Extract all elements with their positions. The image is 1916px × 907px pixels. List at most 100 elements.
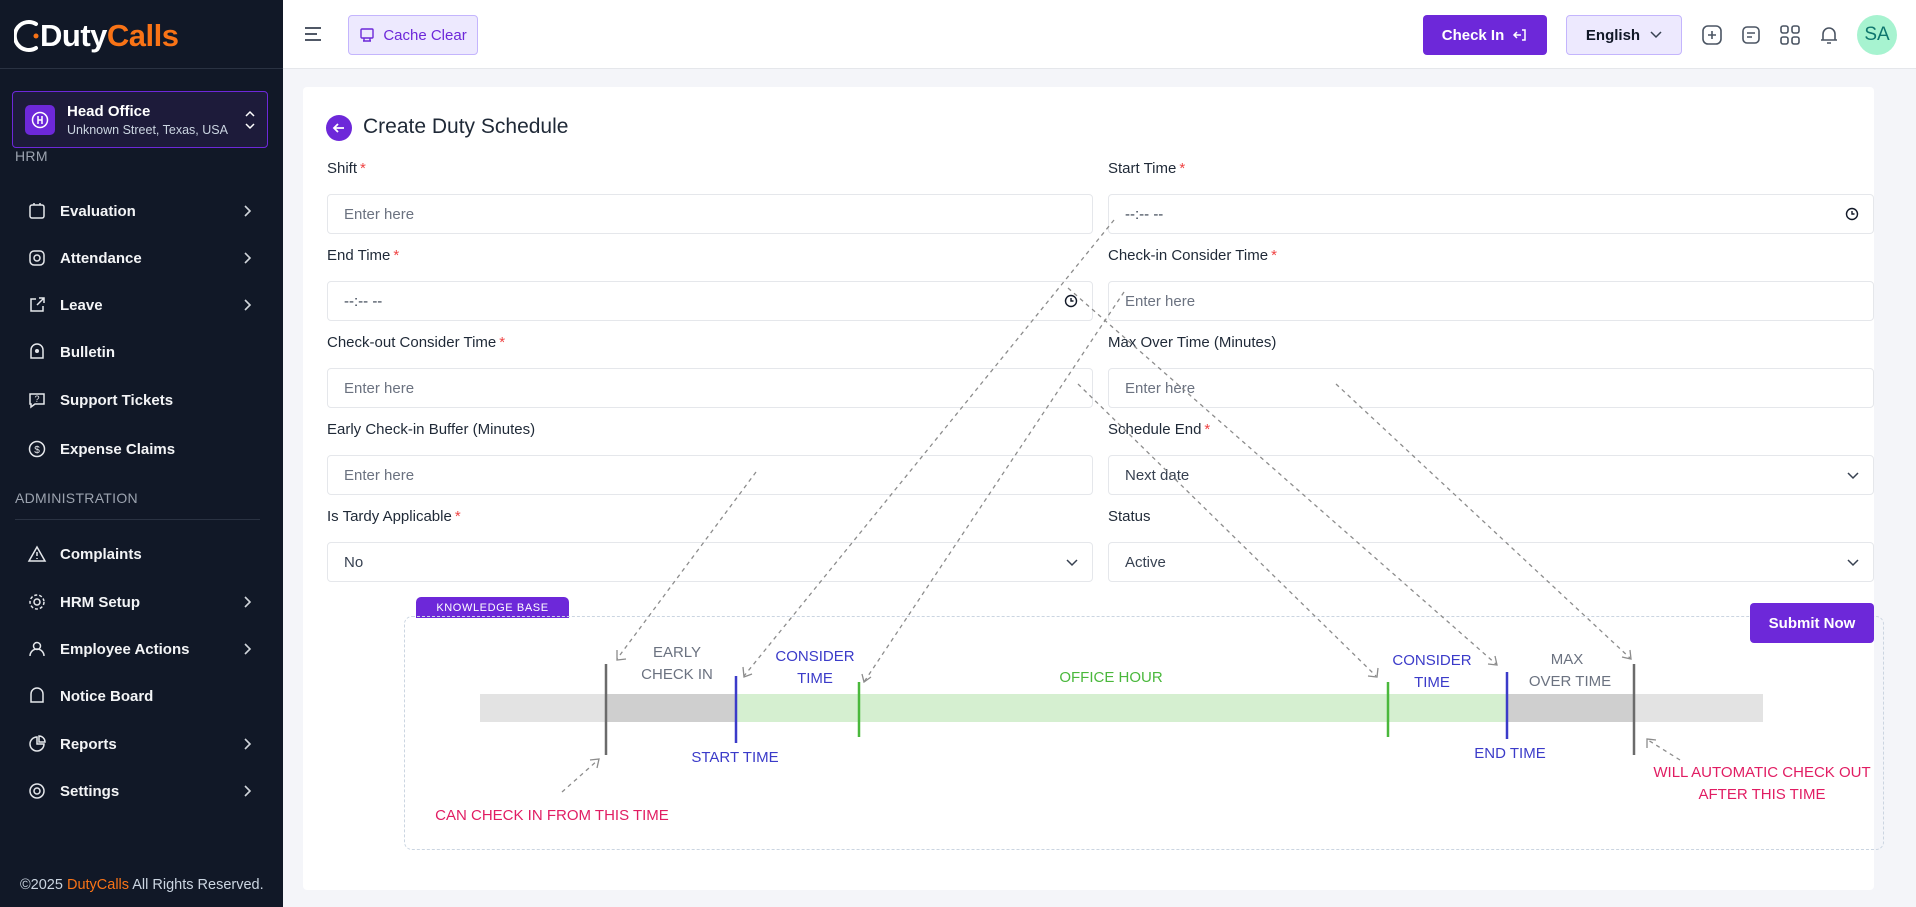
sidebar-item-label: Employee Actions — [60, 640, 190, 658]
field-label: Check-out Consider Time * — [327, 334, 506, 351]
sidebar-item-label: Leave — [60, 296, 103, 314]
reports-icon — [26, 733, 48, 755]
sidebar-item-notice-board[interactable]: Notice Board — [26, 681, 258, 711]
external-link-icon — [26, 294, 48, 316]
sidebar-item-label: Expense Claims — [60, 440, 176, 458]
end-time-field: End Time * --:-- -- — [327, 247, 1093, 321]
checkout-consider-field: Check-out Consider Time * Enter here — [327, 334, 1093, 408]
back-button[interactable] — [326, 115, 352, 141]
svg-text:?: ? — [34, 394, 39, 404]
logo-word-1: Duty — [40, 18, 107, 53]
help-chat-icon: ? — [26, 389, 48, 411]
field-label: Status — [1108, 508, 1151, 525]
arrow-left-icon — [332, 123, 344, 133]
page-title: Create Duty Schedule — [363, 115, 569, 138]
sidebar-item-employee-actions[interactable]: Employee Actions — [26, 634, 258, 664]
footer-brand[interactable]: DutyCalls — [67, 877, 129, 893]
apps-grid-icon[interactable] — [1778, 23, 1802, 47]
sidebar-item-hrm-setup[interactable]: HRM Setup — [26, 587, 258, 617]
create-duty-schedule-card: Create Duty Schedule Shift * Enter here S… — [303, 87, 1884, 890]
knowledge-base-box — [404, 616, 1884, 850]
sidebar-item-label: Reports — [60, 735, 117, 753]
chevron-down-icon — [1650, 31, 1662, 39]
submit-button[interactable]: Submit Now — [1750, 603, 1874, 643]
sidebar-item-label: Attendance — [60, 249, 142, 267]
warning-icon — [26, 543, 48, 565]
field-label: Start Time * — [1108, 160, 1186, 177]
branch-icon — [25, 104, 55, 135]
clock-icon[interactable] — [1064, 294, 1078, 308]
chevron-right-icon — [244, 205, 252, 217]
schedule-end-field: Schedule End * Next date — [1108, 421, 1874, 495]
field-label: Schedule End * — [1108, 421, 1211, 438]
sidebar-item-complaints[interactable]: Complaints — [26, 539, 258, 569]
sidebar-item-label: Notice Board — [60, 687, 154, 705]
sidebar-item-evaluation[interactable]: Evaluation — [26, 196, 258, 226]
svg-text:$: $ — [34, 445, 40, 456]
sidebar-item-support-tickets[interactable]: ? Support Tickets — [26, 385, 258, 415]
sidebar-item-label: HRM Setup — [60, 593, 140, 611]
field-label: Check-in Consider Time * — [1108, 247, 1277, 264]
user-icon — [26, 638, 48, 660]
tardy-select[interactable]: No — [327, 542, 1093, 582]
bell-icon[interactable] — [1817, 23, 1841, 47]
checkout-consider-input[interactable]: Enter here — [327, 368, 1093, 408]
user-avatar[interactable]: SA — [1857, 15, 1897, 55]
early-checkin-field: Early Check-in Buffer (Minutes) Enter he… — [327, 421, 1093, 495]
dollar-circle-icon: $ — [26, 438, 48, 460]
fingerprint-icon — [26, 247, 48, 269]
status-select[interactable]: Active — [1108, 542, 1874, 582]
hamburger-menu-icon[interactable] — [303, 24, 323, 44]
max-over-time-input[interactable]: Enter here — [1108, 368, 1874, 408]
language-select[interactable]: English — [1566, 15, 1682, 55]
chevron-up-down-icon — [245, 110, 255, 130]
branch-name: Head Office — [67, 102, 151, 120]
chevron-right-icon — [244, 785, 252, 797]
cache-clear-label: Cache Clear — [383, 26, 467, 44]
tardy-field: Is Tardy Applicable * No — [327, 508, 1093, 582]
sidebar: Duty Calls Head Office Unknown Street, Te… — [0, 0, 283, 907]
field-label: Is Tardy Applicable * — [327, 508, 461, 525]
sidebar-item-leave[interactable]: Leave — [26, 290, 258, 320]
app-logo[interactable]: Duty Calls — [12, 14, 179, 58]
schedule-end-select[interactable]: Next date — [1108, 455, 1874, 495]
knowledge-base-tag: KNOWLEDGE BASE — [416, 597, 569, 618]
sidebar-item-settings[interactable]: Settings — [26, 776, 258, 806]
section-label-administration: ADMINISTRATION — [15, 490, 138, 506]
chevron-down-icon — [1847, 472, 1859, 480]
sidebar-item-reports[interactable]: Reports — [26, 729, 258, 759]
sidebar-item-label: Bulletin — [60, 343, 115, 361]
field-label: Shift * — [327, 160, 366, 177]
check-in-button[interactable]: Check In — [1423, 15, 1547, 55]
logo-c-icon — [12, 18, 40, 54]
notice-board-icon — [26, 685, 48, 707]
branch-selector[interactable]: Head Office Unknown Street, Texas, USA — [12, 91, 268, 148]
start-time-field: Start Time * --:-- -- — [1108, 160, 1874, 234]
end-time-input[interactable]: --:-- -- — [327, 281, 1093, 321]
footer-prefix: ©2025 — [20, 877, 67, 893]
cache-clear-button[interactable]: Cache Clear — [348, 15, 478, 55]
checkin-consider-input[interactable]: Enter here — [1108, 281, 1874, 321]
sidebar-item-label: Complaints — [60, 545, 142, 563]
notes-icon[interactable] — [1739, 23, 1763, 47]
clock-icon[interactable] — [1845, 207, 1859, 221]
shift-field: Shift * Enter here — [327, 160, 1093, 234]
sidebar-item-label: Support Tickets — [60, 391, 174, 409]
start-time-input[interactable]: --:-- -- — [1108, 194, 1874, 234]
shift-input[interactable]: Enter here — [327, 194, 1093, 234]
chevron-down-icon — [1847, 559, 1859, 567]
early-checkin-input[interactable]: Enter here — [327, 455, 1093, 495]
login-icon — [1513, 29, 1527, 41]
sidebar-item-label: Evaluation — [60, 202, 136, 220]
sidebar-item-expense-claims[interactable]: $ Expense Claims — [26, 434, 258, 464]
footer-suffix: All Rights Reserved. — [129, 877, 264, 893]
cache-icon — [360, 28, 375, 42]
sidebar-item-attendance[interactable]: Attendance — [26, 243, 258, 273]
check-in-label: Check In — [1441, 26, 1505, 44]
section-label-hrm: HRM — [15, 148, 48, 164]
cog-icon — [26, 591, 48, 613]
chevron-right-icon — [244, 738, 252, 750]
add-square-icon[interactable] — [1700, 23, 1724, 47]
sidebar-item-bulletin[interactable]: Bulletin — [26, 337, 258, 367]
sidebar-item-label: Settings — [60, 782, 120, 800]
